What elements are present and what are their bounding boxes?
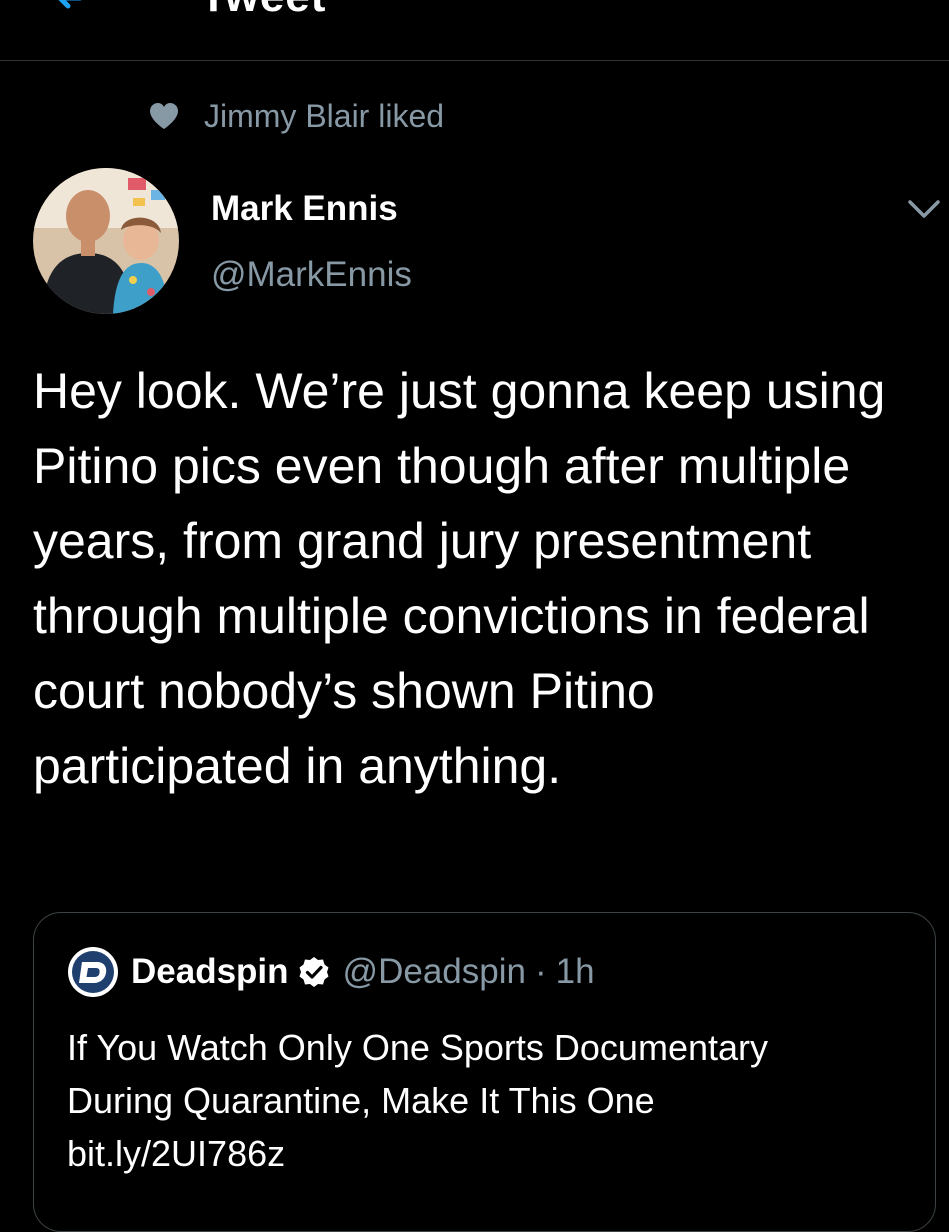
tweet-menu-button[interactable] [904, 192, 944, 224]
quoted-author-handle: @Deadspin [342, 952, 526, 991]
author-handle[interactable]: @MarkEnnis [211, 255, 412, 295]
chevron-down-icon [908, 200, 940, 218]
tweet-text: Hey look. We’re just gonna keep using Pi… [33, 363, 886, 794]
social-context[interactable]: Jimmy Blair liked [148, 96, 444, 136]
page-title: Tweet [200, 0, 326, 22]
avatar-photo [33, 168, 179, 314]
top-bar: Tweet [0, 0, 949, 61]
back-arrow-icon [58, 0, 82, 9]
social-context-text: Jimmy Blair liked [204, 97, 445, 134]
heart-icon [150, 103, 178, 129]
quoted-author-name: Deadspin [131, 952, 289, 991]
separator-dot: · [534, 952, 547, 991]
author-name[interactable]: Mark Ennis [211, 189, 398, 229]
quoted-tweet-text: If You Watch Only One Sports Documentary… [67, 1027, 768, 1174]
avatar[interactable] [33, 168, 179, 314]
verified-badge-icon [299, 957, 329, 987]
back-button[interactable] [50, 0, 90, 18]
deadspin-logo-icon [68, 947, 118, 997]
quoted-timestamp: 1h [555, 952, 595, 991]
quoted-tweet-header: Deadspin @Deadspin · 1h [67, 947, 595, 997]
quoted-tweet-card[interactable]: Deadspin @Deadspin · 1h If You Watch Onl… [33, 912, 936, 1232]
